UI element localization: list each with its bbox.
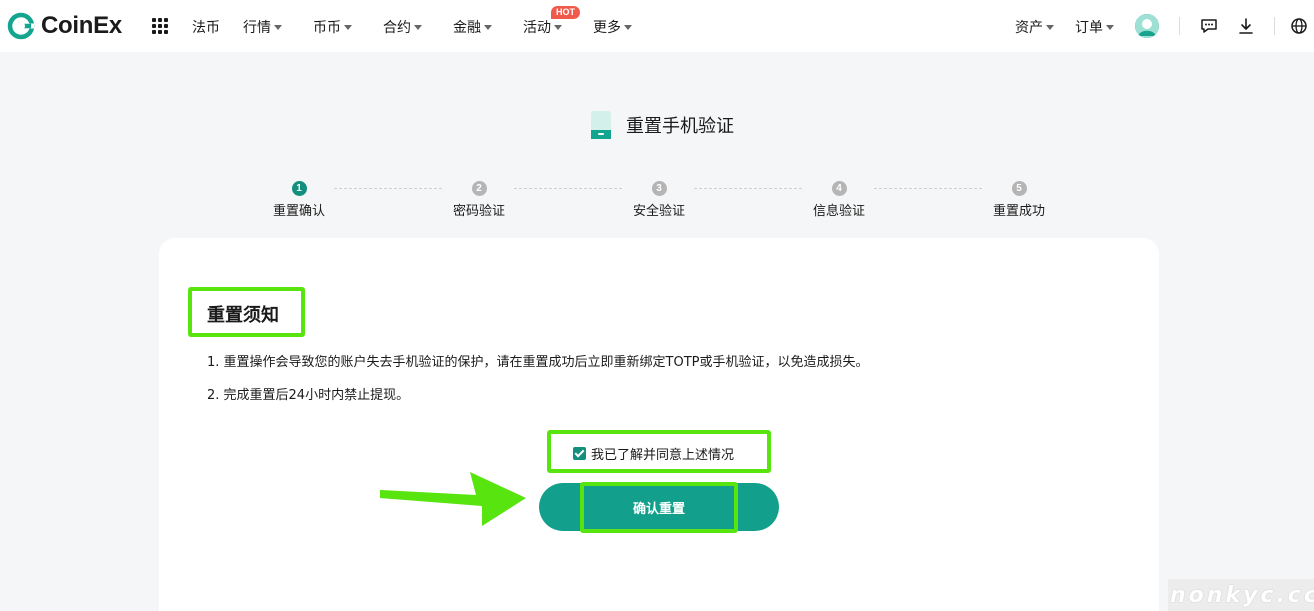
notice-title: 重置须知 [207, 305, 279, 326]
reset-notice-card [159, 238, 1159, 611]
nav-activities[interactable]: 活动 [523, 17, 562, 37]
message-icon[interactable] [1199, 16, 1219, 36]
notice-line-1: 1. 重置操作会导致您的账户失去手机验证的保护，请在重置成功后立即重新绑定TOT… [207, 355, 869, 370]
chevron-down-icon [624, 24, 632, 30]
nav-more[interactable]: 更多 [593, 17, 632, 37]
step-label: 信息验证 [812, 204, 865, 219]
step-reset-confirm: 1 重置确认 [254, 181, 344, 219]
step-label: 重置成功 [992, 204, 1045, 219]
divider [1274, 17, 1275, 35]
step-label: 重置确认 [272, 204, 325, 219]
hot-badge: HOT [551, 6, 580, 19]
step-label: 安全验证 [632, 204, 685, 219]
agree-checkbox[interactable] [573, 447, 586, 460]
chevron-down-icon [1106, 24, 1114, 30]
coinex-logo[interactable]: CoinEx [7, 12, 122, 40]
page-header: 重置手机验证 [590, 111, 734, 139]
download-icon[interactable] [1236, 16, 1256, 36]
step-connector [334, 188, 442, 189]
arrow-annotation-icon [380, 472, 526, 526]
phone-icon [591, 111, 611, 139]
logo-text: CoinEx [41, 12, 122, 39]
step-number: 4 [831, 181, 847, 196]
step-label: 密码验证 [452, 204, 505, 219]
nav-assets[interactable]: 资产 [1015, 17, 1054, 37]
chevron-down-icon [484, 24, 492, 30]
step-security-verify: 3 安全验证 [614, 181, 704, 219]
chevron-down-icon [1046, 24, 1054, 30]
nav-orders[interactable]: 订单 [1075, 17, 1114, 37]
apps-grid-icon[interactable] [152, 18, 169, 35]
nav-spot[interactable]: 币币 [313, 17, 352, 37]
divider [1179, 17, 1180, 35]
step-reset-success: 5 重置成功 [974, 181, 1064, 219]
user-icon [1135, 14, 1159, 38]
step-number: 5 [1011, 181, 1027, 196]
page-title: 重置手机验证 [626, 116, 734, 137]
nav-markets[interactable]: 行情 [243, 17, 282, 37]
step-number: 2 [471, 181, 487, 196]
avatar-icon[interactable] [1135, 14, 1159, 38]
chevron-down-icon [414, 24, 422, 30]
step-password-verify: 2 密码验证 [434, 181, 524, 219]
step-number: 1 [291, 181, 307, 196]
chevron-down-icon [274, 24, 282, 30]
chevron-down-icon [554, 24, 562, 30]
notice-line-2: 2. 完成重置后24小时内禁止提现。 [207, 388, 410, 403]
globe-icon[interactable] [1289, 16, 1309, 36]
confirm-reset-button[interactable] [539, 483, 779, 531]
chevron-down-icon [344, 24, 352, 30]
step-connector [694, 188, 802, 189]
agree-label: 我已了解并同意上述情况 [591, 448, 735, 463]
top-navbar: CoinEx 法币 行情 币币 合约 金融 活动 HOT 更多 资产 订单 [0, 0, 1314, 52]
step-connector [874, 188, 982, 189]
step-number: 3 [651, 181, 667, 196]
nav-futures[interactable]: 合约 [383, 17, 422, 37]
nav-fiat[interactable]: 法币 [192, 17, 220, 37]
watermark: nonkyc.cc [1170, 583, 1314, 608]
coinex-logo-icon [7, 12, 35, 40]
agree-checkbox-row[interactable]: 我已了解并同意上述情况 [573, 444, 734, 463]
step-connector [514, 188, 622, 189]
step-info-verify: 4 信息验证 [794, 181, 884, 219]
nav-finance[interactable]: 金融 [453, 17, 492, 37]
